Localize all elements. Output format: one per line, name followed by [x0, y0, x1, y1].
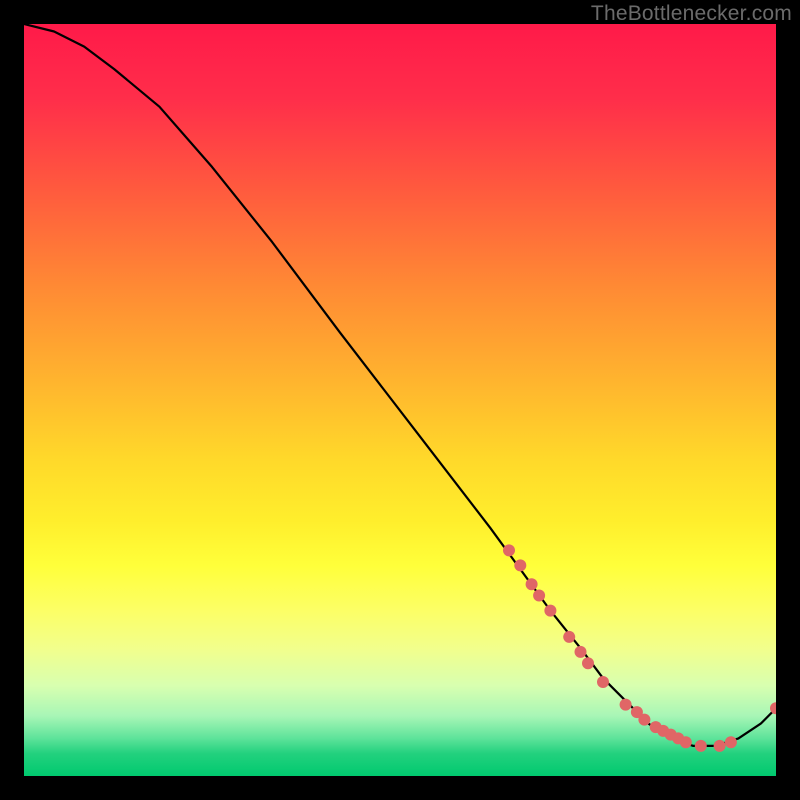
watermark-text: TheBottlenecker.com [591, 2, 792, 26]
data-marker [514, 559, 526, 571]
data-marker [544, 605, 556, 617]
chart-svg [24, 24, 776, 776]
data-marker [620, 699, 632, 711]
data-marker [597, 676, 609, 688]
data-marker [714, 740, 726, 752]
data-marker [563, 631, 575, 643]
data-marker [680, 736, 692, 748]
data-marker [725, 736, 737, 748]
data-marker [582, 657, 594, 669]
chart-stage: TheBottlenecker.com [0, 0, 800, 800]
data-marker [638, 714, 650, 726]
data-marker [575, 646, 587, 658]
bottleneck-curve [24, 24, 776, 746]
plot-area [24, 24, 776, 776]
data-markers [503, 544, 776, 752]
data-marker [503, 544, 515, 556]
data-marker [695, 740, 707, 752]
data-marker [526, 578, 538, 590]
data-marker [533, 590, 545, 602]
